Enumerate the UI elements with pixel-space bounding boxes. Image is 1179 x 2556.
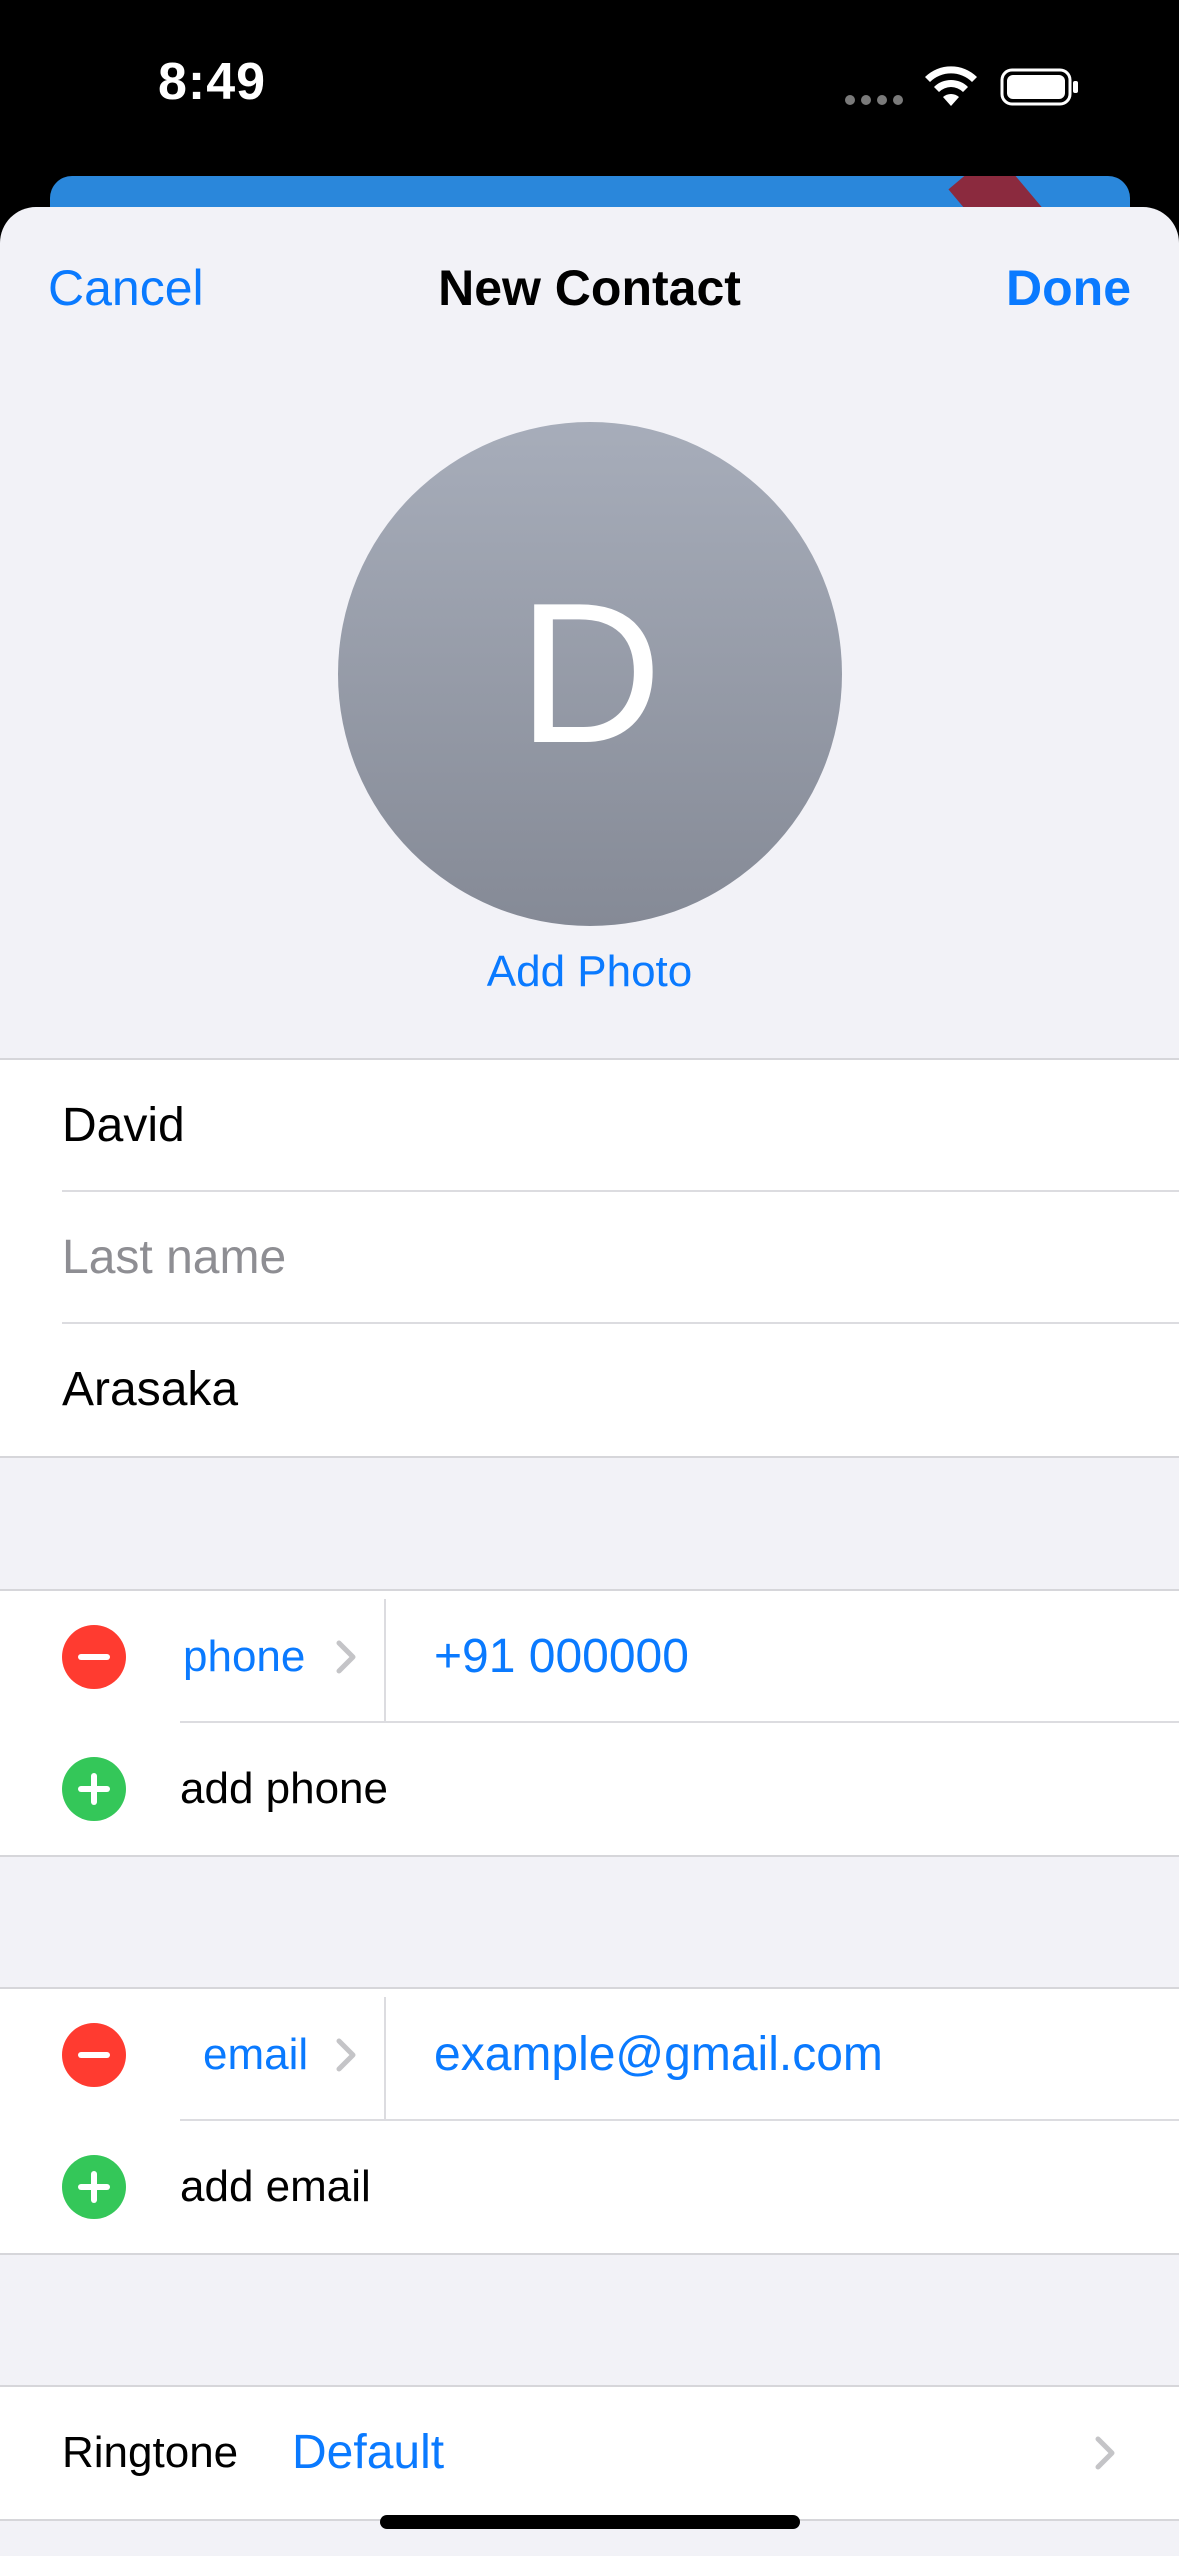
email-address-field[interactable]: example@gmail.com (434, 1989, 883, 2121)
company-field[interactable]: Arasaka (0, 1324, 1179, 1456)
phone-number-field[interactable]: +91 000000 (434, 1591, 689, 1723)
phone-label-button[interactable]: phone (183, 1591, 305, 1723)
wifi-icon (925, 66, 977, 106)
add-email-row[interactable]: add email (0, 2121, 1179, 2253)
first-name-field[interactable]: David (0, 1060, 1179, 1192)
phone-row: phone +91 000000 (0, 1591, 1179, 1723)
email-group: email example@gmail.com add email (0, 1987, 1179, 2255)
add-phone-row[interactable]: add phone (0, 1723, 1179, 1855)
new-contact-sheet: Cancel New Contact Done D Add Photo Davi… (0, 207, 1179, 2556)
add-photo-button[interactable]: Add Photo (0, 947, 1179, 997)
home-indicator[interactable] (380, 2515, 800, 2529)
add-email-icon[interactable] (62, 2155, 126, 2219)
page-title: New Contact (438, 260, 741, 316)
email-label-button[interactable]: email (203, 1989, 308, 2121)
first-name-value: David (62, 1099, 185, 1152)
email-row: email example@gmail.com (0, 1989, 1179, 2121)
signal-dots-icon (845, 95, 905, 105)
avatar-initial: D (517, 562, 663, 785)
last-name-placeholder: Last name (62, 1231, 287, 1284)
done-button[interactable]: Done (1006, 259, 1131, 317)
ringtone-group: Ringtone Default (0, 2385, 1179, 2521)
last-name-field[interactable]: Last name (0, 1192, 1179, 1324)
ringtone-label: Ringtone (62, 2428, 239, 2477)
status-time: 8:49 (158, 53, 267, 111)
remove-phone-icon[interactable] (62, 1625, 126, 1689)
chevron-right-icon (336, 1640, 356, 1674)
chevron-right-icon (336, 2038, 356, 2072)
name-fields-group: David Last name Arasaka (0, 1058, 1179, 1458)
avatar[interactable]: D (338, 422, 842, 926)
ringtone-row[interactable]: Ringtone Default (0, 2387, 1179, 2519)
remove-email-icon[interactable] (62, 2023, 126, 2087)
chevron-right-icon (1095, 2436, 1115, 2470)
ringtone-value: Default (292, 2426, 445, 2479)
add-phone-label: add phone (180, 1764, 388, 1813)
battery-icon (1000, 68, 1078, 106)
company-value: Arasaka (62, 1363, 239, 1416)
add-phone-icon[interactable] (62, 1757, 126, 1821)
phone-group: phone +91 000000 add phone (0, 1589, 1179, 1857)
status-bar: 8:49 (0, 0, 1179, 200)
add-email-label: add email (180, 2162, 371, 2211)
